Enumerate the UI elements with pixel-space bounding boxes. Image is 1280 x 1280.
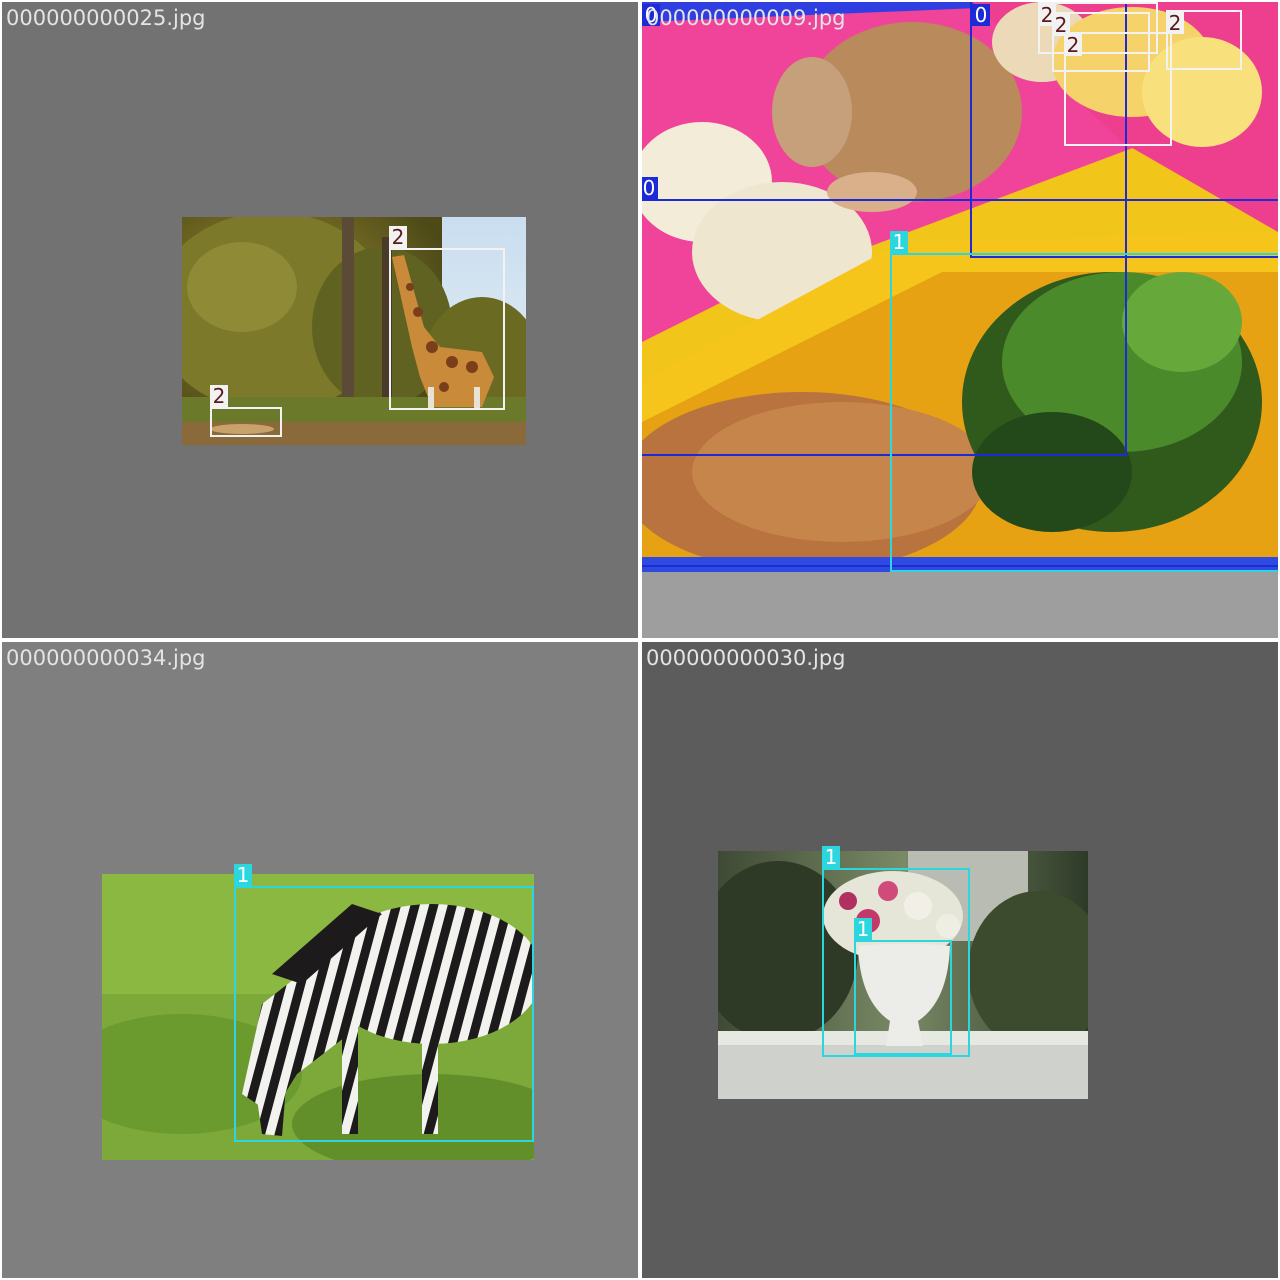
class-label: 1 — [234, 864, 252, 886]
image-filename: 000000000030.jpg — [646, 646, 846, 670]
detection-box: 2 — [1064, 32, 1172, 146]
image-filename: 000000000034.jpg — [6, 646, 206, 670]
mosaic-tile-vase: 000000000030.jpg 1 1 — [642, 642, 1278, 1278]
image-filename: 000000000025.jpg — [6, 6, 206, 30]
mosaic-tile-food: 000000000009.jpg 0 0 0 1 2 2 2 2 — [642, 2, 1278, 638]
class-label: 2 — [210, 385, 228, 407]
detection-box: 1 — [890, 231, 1278, 572]
class-label: 0 — [972, 4, 990, 26]
detection-box: 2 — [1166, 10, 1242, 70]
class-label: 1 — [854, 918, 872, 940]
detection-box: 1 — [234, 864, 534, 1142]
class-label: 2 — [1166, 12, 1184, 34]
class-label: 2 — [389, 226, 407, 248]
class-label: 1 — [822, 846, 840, 868]
class-label: 0 — [642, 177, 658, 199]
image-filename: 000000000009.jpg — [646, 6, 846, 30]
detection-box: 2 — [389, 226, 505, 410]
mosaic-tile-giraffes: 000000000025.jpg 2 2 — [2, 2, 638, 638]
mosaic-tile-zebra: 000000000034.jpg 1 — [2, 642, 638, 1278]
class-label: 2 — [1064, 34, 1082, 56]
class-label: 1 — [890, 231, 908, 253]
detection-box: 1 — [854, 918, 952, 1055]
detection-box: 2 — [210, 385, 282, 437]
